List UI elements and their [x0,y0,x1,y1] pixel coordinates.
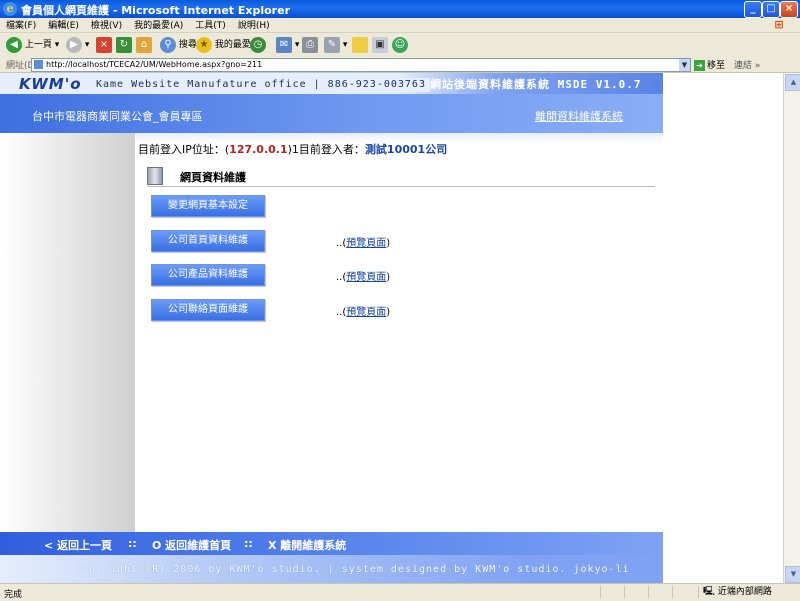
section-header: 網頁資料維護 [147,165,655,187]
star-icon: ★ [196,36,212,53]
footer-separator: :: [128,537,137,550]
menu-bar: 檔案(F) 編輯(E) 檢視(V) 我的最愛(A) 工具(T) 說明(H) ⊞ [0,18,800,33]
copyright-text: copyright (R) 2006 by KWM'o studio. | sy… [75,564,630,575]
scroll-up-icon[interactable]: ▲ [785,74,800,91]
status-divider [648,586,649,598]
scroll-down-icon[interactable]: ▼ [785,566,800,583]
maint-home-link[interactable]: O 返回維護首頁 [152,537,231,553]
refresh-icon: ↻ [116,36,132,53]
menu-file[interactable]: 檔案(F) [0,19,42,32]
vertical-scrollbar[interactable]: ▲ ▼ [783,73,800,583]
status-bar: 完成 🖳 近端內部網路 [0,583,800,601]
site-header: KWM'o Kame Website Manufature office | 8… [0,73,663,133]
footer-copyright: copyright (R) 2006 by KWM'o studio. | sy… [0,555,663,583]
research-button[interactable]: ▣ [372,36,388,54]
status-divider [600,586,601,598]
kwmo-logo: KWM'o [16,76,91,93]
go-arrow-icon: ➜ [694,60,705,71]
footer-separator: :: [244,537,253,550]
leave-system-link[interactable]: 離開資料維護系統 [535,108,623,124]
address-input[interactable]: http://localhost/TCECA2/UM/WebHome.aspx?… [31,58,691,72]
login-info: 目前登入IP位址：(127.0.0.1)1目前登入者：測試10001公司 [138,143,448,156]
stop-icon: × [96,36,112,53]
refresh-button[interactable]: ↻ [116,36,132,54]
association-title: 台中市電器商業同業公會_會員專區 [32,110,203,123]
links-button[interactable]: 連結 » [734,58,760,71]
messenger-button[interactable]: ☺ [392,36,408,54]
windows-flag-icon: ⊞ [774,18,784,31]
footer-nav: < 返回上一頁 :: O 返回維護首頁 :: X 離開維護系統 [0,532,663,555]
left-gradient-column [0,73,135,583]
edit-button[interactable]: ✎ ▾ [324,36,347,54]
intranet-icon: 🖳 [703,587,716,597]
home-preview: ..(預覽頁面) [336,238,391,249]
home-data-button[interactable]: 公司首頁資料維護 [151,230,265,252]
window-title-bar[interactable]: e 會員個人網頁維護 - Microsoft Internet Explorer… [0,0,800,18]
menu-view[interactable]: 檢視(V) [85,19,128,32]
address-dropdown-icon[interactable]: ▼ [679,59,690,71]
address-bar: 網址(D) http://localhost/TCECA2/UM/WebHome… [0,57,800,73]
stop-button[interactable]: × [96,36,112,54]
page-viewport: KWM'o Kame Website Manufature office | 8… [0,73,783,583]
back-button[interactable]: ◀ 上一頁 ▾ [6,36,59,54]
mail-icon: ✉ [276,36,292,53]
messenger-icon: ☺ [392,36,408,53]
section-title: 網頁資料維護 [180,171,246,184]
ie-logo-icon: e [3,2,17,16]
search-icon: ⚲ [160,36,176,53]
status-text: 完成 [4,590,23,600]
company-info: Kame Website Manufature office | 886-923… [92,78,430,92]
books-icon [147,167,163,185]
forward-arrow-icon: ▶ [66,36,82,53]
status-divider [672,586,673,598]
search-button[interactable]: ⚲ 搜尋 [160,36,197,54]
contact-preview-link[interactable]: 預覽頁面 [346,307,386,318]
maximize-button[interactable]: □ [762,1,780,18]
exit-system-link[interactable]: X 離開維護系統 [268,537,346,553]
browser-toolbar: ◀ 上一頁 ▾ ▶ ▾ × ↻ ⌂ ⚲ 搜尋 ★ 我的最愛 ◷ ✉ ▾ ⎙ ✎ … [0,33,800,58]
product-preview-link[interactable]: 預覽頁面 [346,272,386,283]
product-preview: ..(預覽頁面) [336,272,391,283]
menu-edit[interactable]: 編輯(E) [42,19,85,32]
forward-button[interactable]: ▶ ▾ [66,36,89,54]
login-user: 測試10001公司 [364,143,448,156]
security-zone: 🖳 近端內部網路 [698,586,800,598]
right-blank-area [663,73,783,583]
folder-button[interactable] [352,36,368,54]
research-icon: ▣ [372,36,388,53]
address-url: http://localhost/TCECA2/UM/WebHome.aspx?… [46,60,263,69]
mail-button[interactable]: ✉ ▾ [276,36,299,54]
window-title: 會員個人網頁維護 - Microsoft Internet Explorer [21,4,290,17]
product-data-button[interactable]: 公司產品資料維護 [151,264,265,286]
contact-preview: ..(預覽頁面) [336,307,391,318]
close-button[interactable]: × [780,1,798,18]
system-name: 網站後端資料維護系統 MSDE V1.0.7 [430,78,642,91]
contact-page-button[interactable]: 公司聯絡頁面維護 [151,299,265,321]
print-icon: ⎙ [302,36,318,53]
basic-settings-button[interactable]: 變更網頁基本設定 [151,195,265,217]
minimize-button[interactable]: _ [744,1,762,18]
home-button[interactable]: ⌂ [136,36,152,54]
login-ip: 127.0.0.1 [229,143,288,156]
history-icon: ◷ [250,36,266,53]
edit-icon: ✎ [324,36,340,53]
go-button[interactable]: ➜ 移至 [694,58,725,71]
status-divider [624,586,625,598]
menu-favorites[interactable]: 我的最愛(A) [128,19,189,32]
menu-help[interactable]: 說明(H) [232,19,276,32]
page-icon [34,60,43,69]
folder-icon [352,36,368,53]
back-link[interactable]: < 返回上一頁 [44,537,112,553]
menu-tools[interactable]: 工具(T) [189,19,232,32]
home-preview-link[interactable]: 預覽頁面 [346,238,386,249]
history-button[interactable]: ◷ [250,36,266,54]
home-icon: ⌂ [136,36,152,53]
print-button[interactable]: ⎙ [302,36,318,54]
back-arrow-icon: ◀ [6,36,22,53]
favorites-button[interactable]: ★ 我的最愛 [196,36,251,54]
